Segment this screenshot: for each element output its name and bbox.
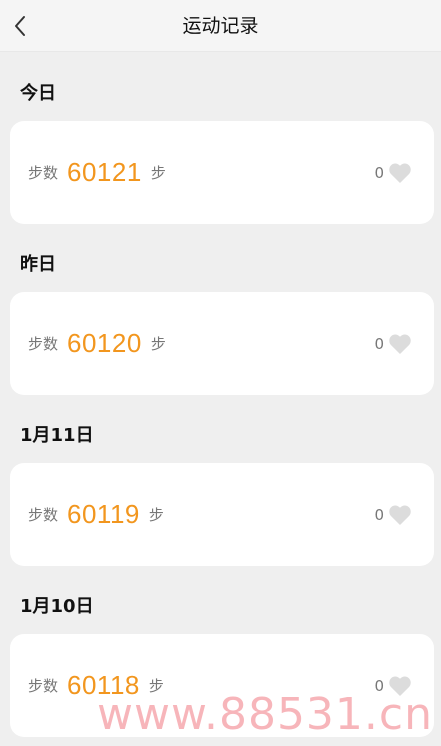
heart-icon[interactable] <box>388 162 412 184</box>
steps-row: 步数 60119 步 <box>28 463 164 566</box>
steps-row: 步数 60121 步 <box>28 121 166 224</box>
record-card[interactable]: 步数 60118 步 0 <box>10 634 434 737</box>
page-title: 运动记录 <box>182 15 259 37</box>
steps-unit: 步 <box>148 677 164 695</box>
steps-value: 60120 <box>67 328 142 358</box>
like-button[interactable]: 0 <box>374 292 412 395</box>
nav-bar: 运动记录 <box>0 0 441 52</box>
day-label: 1月10日 <box>20 596 94 617</box>
steps-label: 步数 <box>28 677 59 695</box>
steps-value: 60121 <box>67 157 142 187</box>
chevron-left-icon <box>13 15 27 37</box>
steps-label: 步数 <box>28 506 59 524</box>
steps-unit: 步 <box>148 506 164 524</box>
day-section-jan-10: 1月10日 步数 60118 步 0 <box>0 565 441 737</box>
steps-row: 步数 60120 步 <box>28 292 166 395</box>
steps-unit: 步 <box>150 164 166 182</box>
record-list: 今日 步数 60121 步 0 昨日 步数 60120 步 0 1月11日 步数… <box>0 52 441 737</box>
like-button[interactable]: 0 <box>374 634 412 737</box>
steps-value: 60118 <box>67 670 140 700</box>
steps-label: 步数 <box>28 335 59 353</box>
day-label: 1月11日 <box>20 425 94 446</box>
steps-unit: 步 <box>150 335 166 353</box>
steps-label: 步数 <box>28 164 59 182</box>
heart-icon[interactable] <box>388 333 412 355</box>
steps-value: 60119 <box>67 499 140 529</box>
day-section-jan-11: 1月11日 步数 60119 步 0 <box>0 394 441 566</box>
heart-icon[interactable] <box>388 504 412 526</box>
like-count: 0 <box>374 505 384 524</box>
back-button[interactable] <box>0 0 40 52</box>
day-label: 昨日 <box>20 254 56 275</box>
like-count: 0 <box>374 676 384 695</box>
record-card[interactable]: 步数 60119 步 0 <box>10 463 434 566</box>
record-card[interactable]: 步数 60120 步 0 <box>10 292 434 395</box>
day-section-yesterday: 昨日 步数 60120 步 0 <box>0 223 441 395</box>
steps-row: 步数 60118 步 <box>28 634 164 737</box>
heart-icon[interactable] <box>388 675 412 697</box>
day-label: 今日 <box>20 83 56 104</box>
day-section-today: 今日 步数 60121 步 0 <box>0 52 441 224</box>
like-button[interactable]: 0 <box>374 463 412 566</box>
record-card[interactable]: 步数 60121 步 0 <box>10 121 434 224</box>
like-count: 0 <box>374 163 384 182</box>
like-button[interactable]: 0 <box>374 121 412 224</box>
like-count: 0 <box>374 334 384 353</box>
